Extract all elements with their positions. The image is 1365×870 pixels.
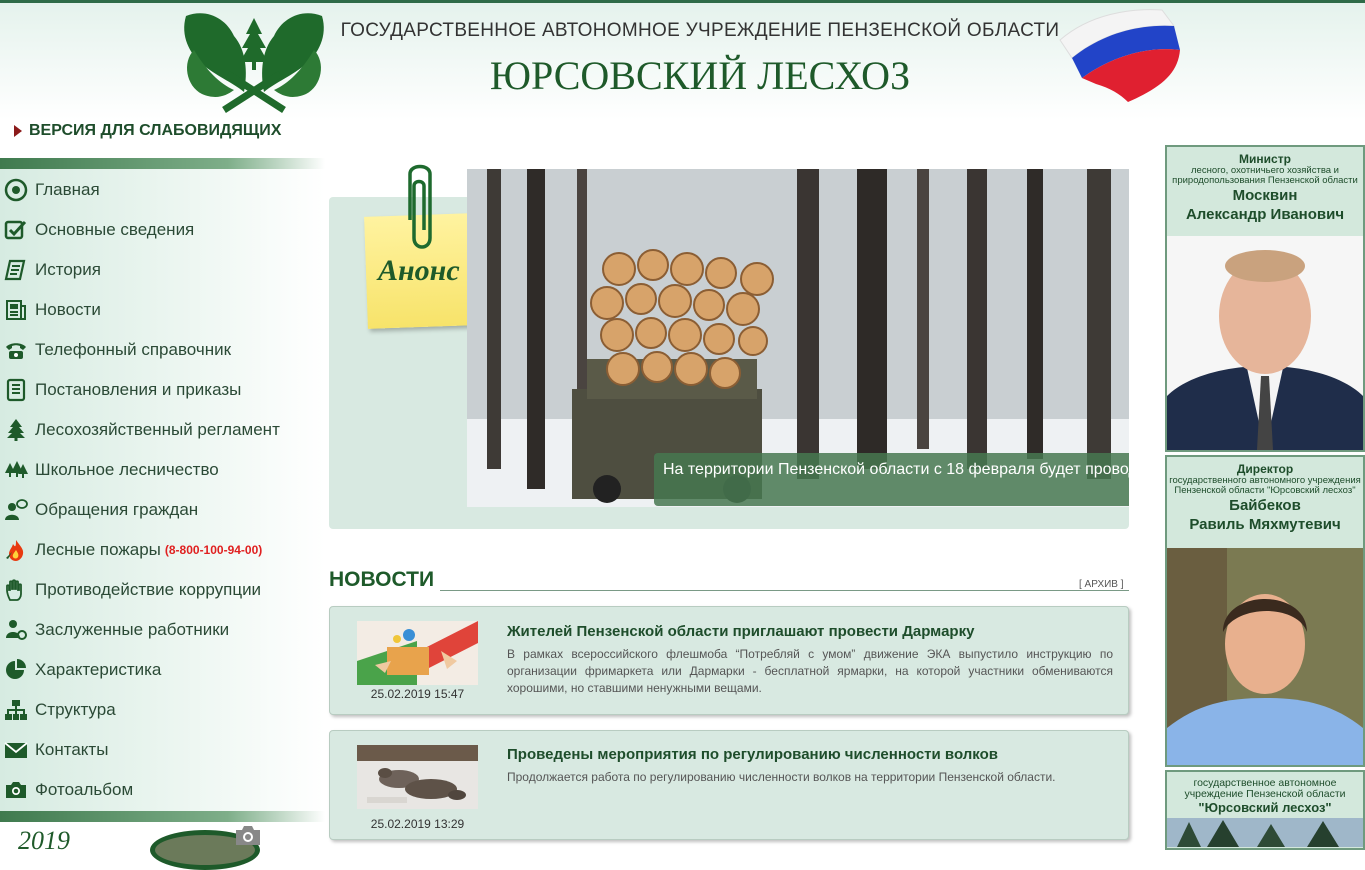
paperclip-icon (408, 164, 432, 249)
director-dept: государственного автономного учреждения … (1169, 475, 1361, 496)
director-photo[interactable] (1167, 548, 1363, 765)
menu-item-label: Лесные пожары (35, 540, 161, 559)
russian-flag-ribbon-icon (1059, 9, 1180, 102)
minister-surname: Москвин (1232, 187, 1298, 204)
news-card[interactable]: 25.02.2019 15:47 Жителей Пензенской обла… (329, 606, 1129, 715)
menu-item-label: Контакты (35, 740, 109, 759)
news-date: 25.02.2019 13:29 (370, 817, 465, 831)
wolves-in-snow-photo (357, 745, 478, 809)
news-heading: НОВОСТИ (329, 568, 435, 591)
scroll-icon (4, 259, 26, 281)
checkbox-icon (4, 220, 27, 240)
news-title[interactable]: Проведены мероприятия по регулированию ч… (507, 746, 998, 763)
org-card-name: "Юрсовский лесхоз" (1198, 800, 1332, 815)
menu-item-label: Фотоальбом (35, 780, 134, 799)
hand-stop-icon (6, 579, 22, 601)
menu-item-label: Лесохозяйственный регламент (35, 420, 280, 439)
structure-icon (5, 700, 27, 720)
minister-photo[interactable] (1167, 236, 1363, 450)
envelope-icon (4, 742, 28, 758)
news-date: 25.02.2019 15:47 (370, 687, 465, 701)
menu-item-label: Обращения граждан (35, 500, 199, 519)
news-thumbnail[interactable] (357, 621, 478, 685)
menu-top-bar (0, 158, 325, 169)
person-speech-icon (5, 499, 28, 520)
minister-name: Александр Иванович (1185, 206, 1345, 223)
announce-caption[interactable]: На территории Пензенской области с 18 фе… (654, 453, 1129, 506)
vision-version-label: ВЕРСИЯ ДЛЯ СЛАБОВИДЯЩИХ (29, 122, 282, 139)
camera-icon (6, 782, 26, 798)
news-summary: Продолжается работа по регулированию чис… (507, 770, 1056, 784)
phone-icon (6, 343, 26, 359)
menu-item-label: Противодействие коррупции (35, 580, 262, 599)
org-name: ГОСУДАРСТВЕННОЕ АВТОНОМНОЕ УЧРЕЖДЕНИЕ ПЕ… (340, 20, 1060, 41)
menu-item-basic-info[interactable]: Основные сведения (4, 210, 194, 250)
pie-chart-icon (6, 659, 26, 679)
home-icon (4, 178, 28, 202)
menu-item-structure[interactable]: Структура (4, 690, 116, 730)
news-summary: В рамках всероссийского флешмоба “Потреб… (507, 647, 1113, 695)
menu-item-characteristics[interactable]: Характеристика (4, 650, 161, 690)
news-thumbnail[interactable] (357, 745, 478, 809)
menu-item-label: Заслуженные работники (35, 620, 230, 639)
menu-item-history[interactable]: История (4, 250, 101, 290)
menu-item-label: Новости (35, 300, 101, 319)
document-icon (6, 378, 26, 402)
menu-item-phonebook[interactable]: Телефонный справочник (4, 330, 231, 370)
swap-market-illustration (357, 621, 478, 685)
org-card-photo[interactable] (1167, 818, 1363, 847)
director-name: Равиль Мяхмутевич (1189, 516, 1341, 533)
forest-photo (1167, 818, 1363, 847)
news-title[interactable]: Жителей Пензенской области приглашают пр… (507, 623, 974, 640)
menu-item-honored-workers[interactable]: Заслуженные работники (4, 610, 229, 650)
oak-leaves-logo-icon[interactable] (176, 6, 332, 118)
menu-item-forest-fires[interactable]: Лесные пожары (8-800-100-94-00) (4, 530, 262, 570)
menu-item-label: Телефонный справочник (35, 340, 232, 359)
forest-icon (5, 461, 28, 478)
menu-item-label: Постановления и приказы (35, 380, 242, 399)
menu-item-label: Главная (35, 180, 100, 199)
news-archive-link[interactable]: [ АРХИВ ] (1079, 579, 1124, 590)
menu-item-anti-corruption[interactable]: Противодействие коррупции (4, 570, 261, 610)
menu-item-forest-regulation[interactable]: Лесохозяйственный регламент (4, 410, 280, 450)
news-divider (440, 590, 1129, 591)
announce-label: Анонс (378, 254, 460, 287)
menu-item-label: История (35, 260, 101, 279)
newspaper-icon (6, 300, 26, 320)
menu-item-news[interactable]: Новости (4, 290, 101, 330)
calendar-year: 2019 (18, 826, 70, 855)
menu-item-contacts[interactable]: Контакты (4, 730, 108, 770)
menu-item-citizen-appeals[interactable]: Обращения граждан (4, 490, 198, 530)
menu-item-school-forestry[interactable]: Школьное лесничество (4, 450, 219, 490)
menu-item-label: Школьное лесничество (35, 460, 219, 479)
menu-item-decrees[interactable]: Постановления и приказы (4, 370, 241, 410)
menu-item-label: Основные сведения (35, 220, 195, 239)
menu-item-label: Характеристика (35, 660, 162, 679)
director-portrait (1167, 548, 1363, 765)
minister-dept: лесного, охотничьего хозяйства и природо… (1172, 165, 1358, 186)
person-award-icon (6, 620, 27, 640)
top-line (0, 0, 1365, 3)
fire-icon (6, 540, 24, 561)
menu-item-home[interactable]: Главная (4, 170, 100, 210)
fire-hotline-phone: (8-800-100-94-00) (164, 543, 263, 557)
arrow-right-icon (14, 125, 22, 137)
news-card[interactable]: 25.02.2019 13:29 Проведены мероприятия п… (329, 730, 1129, 840)
menu-item-label: Структура (35, 700, 116, 719)
org-card-dept: государственное автономное учреждение Пе… (1184, 777, 1346, 800)
tree-icon (7, 419, 25, 441)
minister-portrait (1167, 236, 1363, 450)
camera-icon (236, 826, 260, 845)
vision-version-link[interactable]: ВЕРСИЯ ДЛЯ СЛАБОВИДЯЩИХ (14, 122, 281, 140)
site-title: ЮРСОВСКИЙ ЛЕСХОЗ (489, 53, 911, 98)
director-surname: Байбеков (1229, 497, 1301, 514)
menu-item-photo-album[interactable]: Фотоальбом (4, 770, 133, 810)
menu-bottom-bar (0, 811, 325, 822)
